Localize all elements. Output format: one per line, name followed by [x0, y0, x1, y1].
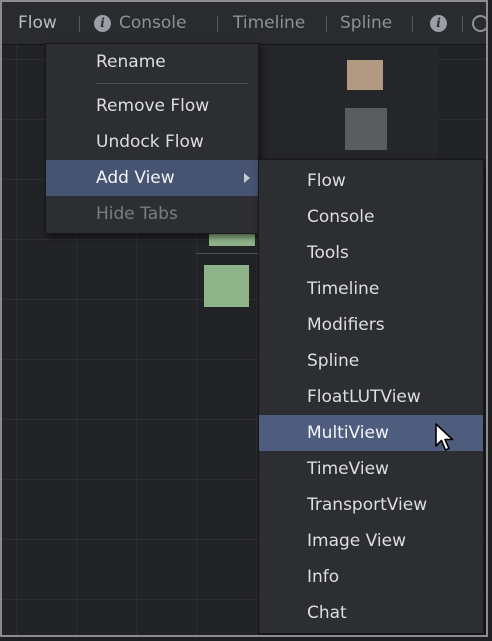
info-icon	[472, 14, 486, 32]
tab-divider	[412, 16, 413, 32]
submenu-item-label: TransportView	[307, 495, 428, 515]
submenu-item-spline[interactable]: Spline	[259, 343, 483, 379]
tab-console[interactable]: i Console	[94, 2, 187, 44]
menu-item-rename[interactable]: Rename	[46, 44, 258, 80]
color-swatch-gray[interactable]	[345, 108, 387, 150]
tab-spline[interactable]: Spline	[340, 2, 392, 44]
submenu-item-label: Image View	[307, 531, 406, 551]
submenu-item-tools[interactable]: Tools	[259, 235, 483, 271]
menu-item-label: Undock Flow	[96, 132, 204, 152]
submenu-item-label: Flow	[307, 171, 346, 191]
submenu-item-label: Console	[307, 207, 375, 227]
app-window: Flow i Console Timeline Spline i Rename	[0, 0, 488, 637]
submenu-item-label: Timeline	[307, 279, 380, 299]
submenu-item-label: Info	[307, 567, 340, 587]
submenu-item-modifiers[interactable]: Modifiers	[259, 307, 483, 343]
menu-item-label: Hide Tabs	[96, 204, 178, 224]
submenu-item-label: Chat	[307, 603, 347, 623]
submenu-item-timeview[interactable]: TimeView	[259, 451, 483, 487]
mouse-pointer-icon	[435, 423, 454, 451]
tab-divider	[462, 16, 463, 32]
tab-divider	[217, 16, 218, 32]
submenu-item-label: Tools	[307, 243, 349, 263]
add-view-submenu: Flow Console Tools Timeline Modifiers Sp…	[258, 159, 484, 634]
submenu-item-label: MultiView	[307, 423, 389, 443]
menu-item-hide-tabs: Hide Tabs	[46, 196, 258, 232]
tab-console-label: Console	[119, 13, 187, 33]
chevron-right-icon	[244, 173, 250, 183]
submenu-item-label: Modifiers	[307, 315, 385, 335]
tab-spline-label: Spline	[340, 13, 393, 33]
submenu-item-transportview[interactable]: TransportView	[259, 487, 483, 523]
submenu-item-label: Spline	[307, 351, 360, 371]
tab-flow[interactable]: Flow	[18, 2, 57, 44]
menu-item-add-view[interactable]: Add View	[46, 160, 258, 196]
info-icon: i	[430, 14, 447, 32]
submenu-item-image-view[interactable]: Image View	[259, 523, 483, 559]
menu-item-label: Remove Flow	[96, 96, 210, 116]
color-swatch-green[interactable]	[204, 265, 249, 307]
menu-item-label: Rename	[96, 52, 166, 72]
view-tab-bar: Flow i Console Timeline Spline i	[2, 2, 486, 45]
submenu-item-floatlutview[interactable]: FloatLUTView	[259, 379, 483, 415]
submenu-item-console[interactable]: Console	[259, 199, 483, 235]
tab-timeline[interactable]: Timeline	[233, 2, 305, 44]
tab-timeline-label: Timeline	[233, 13, 306, 33]
submenu-item-info[interactable]: Info	[259, 559, 483, 595]
submenu-item-label: FloatLUTView	[307, 387, 421, 407]
tab-flow-label: Flow	[18, 13, 57, 33]
menu-item-label: Add View	[96, 168, 175, 188]
divider-line	[196, 253, 260, 254]
tab-divider	[79, 16, 80, 32]
tab-info[interactable]: i	[430, 2, 455, 44]
submenu-item-flow[interactable]: Flow	[259, 163, 483, 199]
menu-item-undock-flow[interactable]: Undock Flow	[46, 124, 258, 160]
info-icon: i	[94, 14, 111, 32]
submenu-item-chat[interactable]: Chat	[259, 595, 483, 631]
submenu-item-timeline[interactable]: Timeline	[259, 271, 483, 307]
tab-divider	[326, 16, 327, 32]
menu-item-remove-flow[interactable]: Remove Flow	[46, 88, 258, 124]
tab-context-menu: Rename Remove Flow Undock Flow Add View …	[45, 43, 259, 234]
submenu-item-label: TimeView	[307, 459, 389, 479]
menu-separator	[96, 83, 248, 84]
tab-overflow[interactable]	[472, 2, 486, 44]
color-swatch-tan[interactable]	[347, 60, 383, 90]
